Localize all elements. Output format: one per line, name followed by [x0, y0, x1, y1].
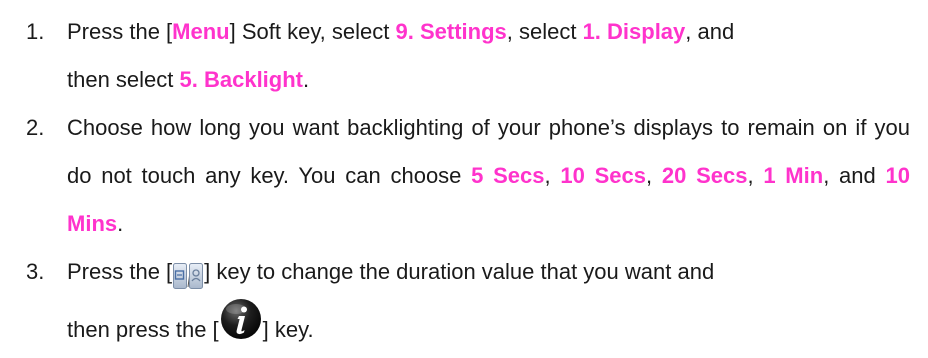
info-ok-key-icon [220, 298, 262, 340]
step-text: Press the [Menu] Soft key, select 9. Set… [67, 8, 910, 104]
text-run: , and [823, 163, 886, 188]
text-run: . [117, 211, 124, 236]
step-number: 1. [26, 19, 45, 44]
text-run: Press the [ [67, 19, 173, 44]
text-run: then press the [ [67, 317, 219, 342]
option-1-min: 1 Min [763, 163, 824, 188]
step-line: Press the [] key to change the duration… [67, 248, 910, 306]
text-run: ] key. [262, 317, 314, 342]
step-line: then press the [ ] key. [67, 299, 910, 354]
text-run: Press the [ [67, 259, 173, 284]
menu-softkey-label: Menu [172, 19, 230, 44]
text-run: . [303, 67, 310, 92]
step-number: 3. [26, 259, 45, 284]
settings-menu-label: 9. Settings [395, 19, 507, 44]
step-line: then select 5. Backlight. [67, 56, 910, 104]
step-text: Press the [] key to change the duration… [67, 248, 910, 354]
option-5-secs: 5 Secs [471, 163, 545, 188]
step-number: 2. [26, 115, 45, 140]
display-menu-label: 1. Display [582, 19, 686, 44]
text-run: , [747, 163, 764, 188]
step-text: Choose how long you want backlighting of… [67, 104, 910, 248]
step-line: Press the [Menu] Soft key, select 9. Set… [67, 8, 910, 56]
text-run: , and [685, 19, 735, 44]
option-20-secs: 20 Secs [661, 163, 748, 188]
text-run: , [544, 163, 561, 188]
text-run: , [646, 163, 662, 188]
left-right-nav-key-icon [173, 258, 204, 290]
instruction-document: 1. Press the [Menu] Soft key, select 9. … [0, 0, 928, 358]
text-run: ] Soft key, select [229, 19, 396, 44]
text-run: then select [67, 67, 180, 92]
text-run: ] key to change the duration value that … [204, 259, 715, 284]
option-10-secs: 10 Secs [560, 163, 646, 188]
backlight-menu-label: 5. Backlight [179, 67, 303, 92]
text-run: , select [506, 19, 583, 44]
